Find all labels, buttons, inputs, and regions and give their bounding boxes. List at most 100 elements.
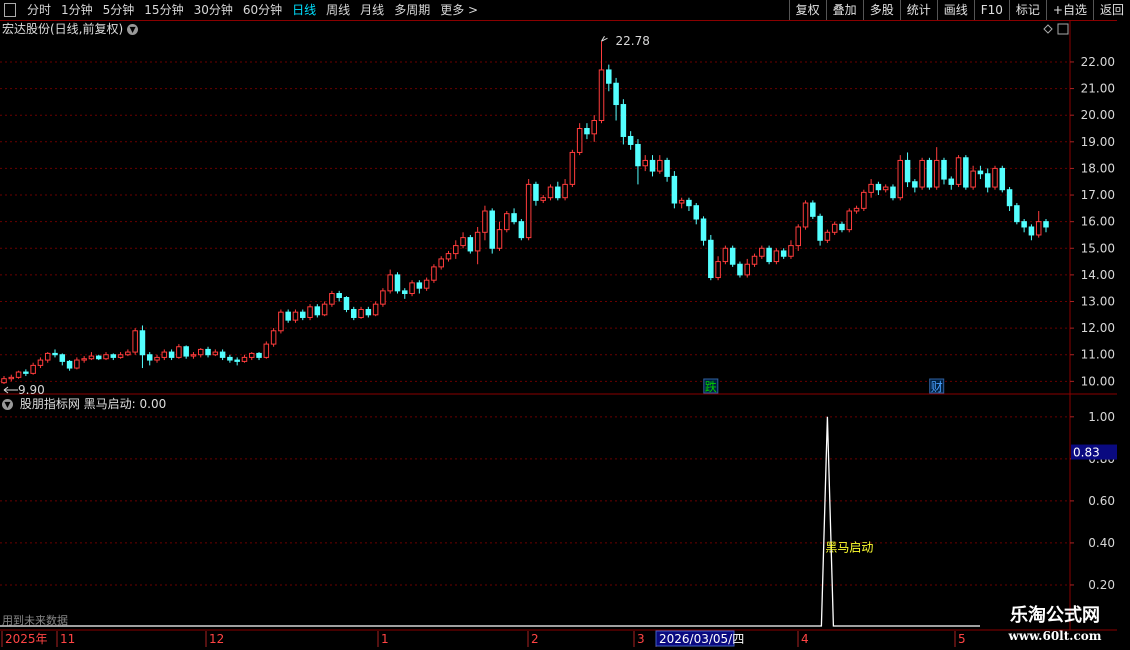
candle bbox=[212, 349, 219, 357]
candle bbox=[598, 41, 605, 124]
date-label: 1 bbox=[381, 632, 389, 646]
candle bbox=[365, 306, 372, 318]
candle-body bbox=[620, 104, 627, 137]
candle bbox=[868, 179, 874, 198]
candle-body bbox=[802, 202, 809, 228]
candle-body bbox=[831, 223, 838, 233]
candle bbox=[44, 352, 51, 363]
candle-body bbox=[431, 266, 437, 281]
candle bbox=[168, 349, 175, 361]
candle-body bbox=[139, 330, 146, 356]
candle bbox=[234, 357, 240, 366]
candle bbox=[722, 245, 729, 265]
candle bbox=[773, 248, 780, 265]
candle-body bbox=[380, 290, 386, 305]
chevron-down-icon[interactable]: ▼ bbox=[127, 24, 139, 35]
price-tick-label: 14.00 bbox=[1081, 268, 1115, 282]
candle bbox=[576, 123, 583, 156]
candle-body bbox=[263, 343, 270, 358]
price-tick-label: 11.00 bbox=[1081, 348, 1115, 362]
candle bbox=[627, 131, 634, 150]
candle-body bbox=[219, 351, 226, 358]
candle-body bbox=[642, 159, 648, 167]
candle-body bbox=[190, 354, 197, 357]
candle bbox=[751, 253, 758, 267]
candle-body bbox=[817, 215, 823, 241]
candle bbox=[817, 213, 823, 246]
candle-body bbox=[496, 229, 503, 249]
candle bbox=[285, 309, 291, 323]
candle bbox=[474, 226, 481, 265]
candle-body bbox=[205, 348, 211, 356]
candle-body bbox=[904, 159, 911, 183]
candle bbox=[613, 77, 619, 121]
high-price-label: 22.78 bbox=[616, 34, 650, 48]
candle-body bbox=[715, 261, 721, 279]
main-chart-title[interactable]: 宏达股份(日线,前复权) ▼ bbox=[2, 21, 141, 37]
candle-body bbox=[154, 356, 160, 361]
candle bbox=[496, 221, 503, 251]
candle bbox=[88, 352, 95, 361]
price-tick-label: 12.00 bbox=[1081, 321, 1115, 335]
candle-body bbox=[372, 303, 379, 316]
candle bbox=[95, 354, 102, 361]
candle-body bbox=[766, 247, 772, 263]
current-value-tag: 0.83 bbox=[1073, 446, 1100, 460]
date-label: 11 bbox=[60, 632, 75, 646]
candle-body bbox=[351, 308, 357, 318]
candle bbox=[846, 208, 853, 233]
candle bbox=[1028, 224, 1035, 241]
candle bbox=[66, 360, 73, 371]
event-marker-text: 跌 bbox=[705, 379, 717, 394]
indicator-title[interactable]: ▼ 股朋指标网 黑马启动: 0.00 bbox=[2, 396, 166, 412]
candle bbox=[810, 200, 816, 219]
candle bbox=[540, 195, 546, 204]
candle-body bbox=[423, 279, 430, 289]
date-label: 2 bbox=[531, 632, 539, 646]
candle bbox=[438, 256, 444, 270]
candle bbox=[37, 357, 44, 369]
candle-body bbox=[664, 159, 670, 177]
candle bbox=[270, 328, 277, 347]
candle bbox=[992, 165, 998, 190]
candle bbox=[671, 171, 678, 209]
candle-body bbox=[708, 239, 714, 279]
candle-body bbox=[66, 360, 73, 369]
date-label: 12 bbox=[209, 632, 224, 646]
candle-body bbox=[722, 247, 729, 263]
candle-body bbox=[846, 210, 853, 231]
candle bbox=[190, 352, 197, 359]
chevron-down-icon[interactable]: ▼ bbox=[2, 399, 13, 410]
candle bbox=[227, 354, 233, 363]
candle-body bbox=[955, 157, 962, 185]
candle bbox=[59, 353, 66, 366]
candle-body bbox=[562, 183, 568, 199]
candle bbox=[919, 157, 925, 190]
candle bbox=[1006, 187, 1013, 212]
candle bbox=[453, 240, 459, 259]
candle bbox=[431, 264, 437, 283]
candle-body bbox=[168, 351, 175, 358]
indicator-tick-label: 0.60 bbox=[1088, 494, 1115, 508]
candle bbox=[8, 374, 15, 382]
candle-body bbox=[555, 186, 561, 199]
chart-canvas[interactable]: 22.0021.0020.0019.0018.0017.0016.0015.00… bbox=[0, 0, 1130, 650]
candle bbox=[715, 256, 721, 281]
candle bbox=[686, 197, 692, 212]
candle bbox=[882, 184, 889, 193]
candle-body bbox=[926, 159, 933, 188]
right-scroll-edge[interactable] bbox=[1117, 20, 1130, 630]
candle bbox=[241, 354, 248, 363]
candle bbox=[278, 309, 284, 334]
candle bbox=[183, 345, 189, 359]
candle bbox=[103, 352, 109, 361]
candle-body bbox=[285, 311, 291, 321]
candle bbox=[562, 179, 568, 201]
candle bbox=[74, 357, 80, 370]
candle bbox=[766, 245, 772, 265]
candle-body bbox=[52, 352, 58, 356]
indicator-series-line bbox=[0, 416, 980, 627]
candle bbox=[664, 157, 670, 182]
candle-body bbox=[795, 226, 802, 247]
candle-body bbox=[1, 378, 7, 384]
